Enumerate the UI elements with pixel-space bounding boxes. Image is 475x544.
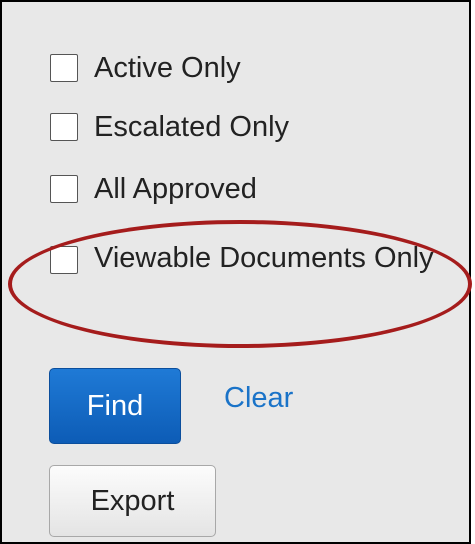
filter-option-escalated-only[interactable]: Escalated Only (50, 108, 289, 146)
export-button[interactable]: Export (49, 465, 216, 537)
viewable-documents-only-label[interactable]: Viewable Documents Only (94, 236, 434, 281)
find-button[interactable]: Find (49, 368, 181, 444)
filter-option-viewable-documents-only[interactable]: Viewable Documents Only (50, 236, 434, 281)
filter-option-all-approved[interactable]: All Approved (50, 170, 257, 208)
clear-link[interactable]: Clear (224, 382, 293, 415)
all-approved-label[interactable]: All Approved (94, 170, 257, 208)
filter-panel: Active Only Escalated Only All Approved … (0, 0, 471, 544)
escalated-only-checkbox[interactable] (50, 113, 78, 141)
active-only-checkbox[interactable] (50, 54, 78, 82)
escalated-only-label[interactable]: Escalated Only (94, 108, 289, 146)
filter-option-active-only[interactable]: Active Only (50, 49, 241, 87)
active-only-label[interactable]: Active Only (94, 49, 241, 87)
all-approved-checkbox[interactable] (50, 175, 78, 203)
viewable-documents-only-checkbox[interactable] (50, 246, 78, 274)
